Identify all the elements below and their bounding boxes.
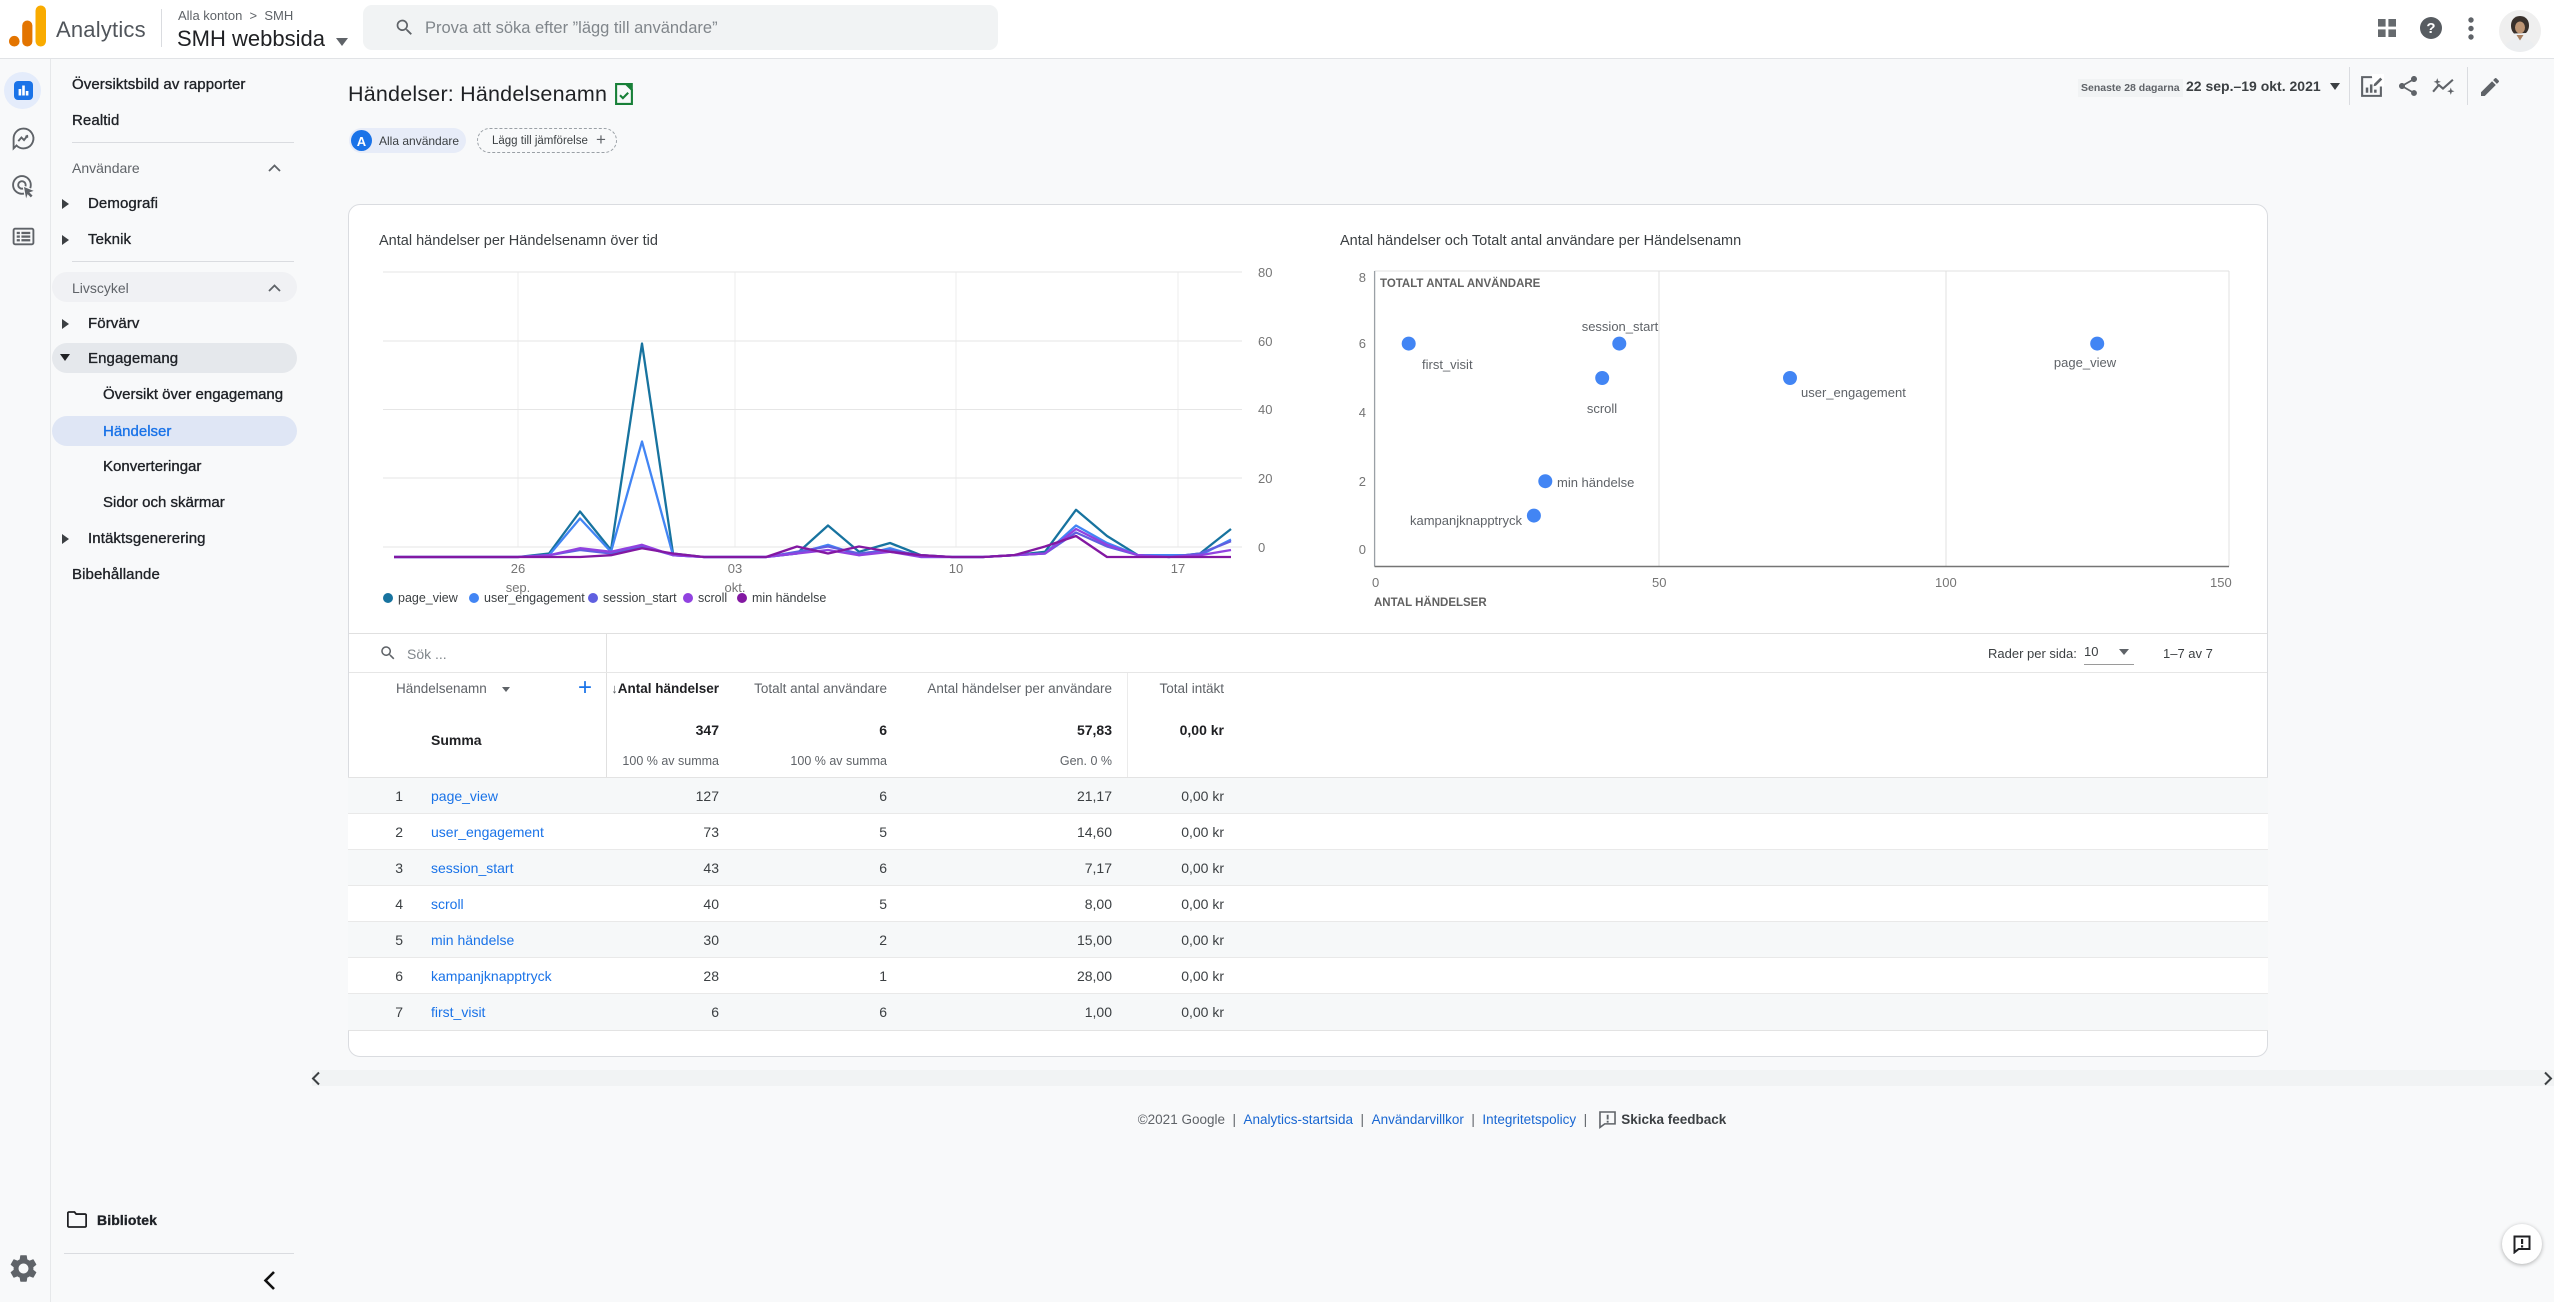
svg-text:min händelse: min händelse: [1557, 475, 1634, 490]
svg-text:2: 2: [1359, 474, 1366, 489]
svg-text:min händelse: min händelse: [752, 591, 826, 605]
svg-text:Antal händelser och Totalt ant: Antal händelser och Totalt antal använda…: [1340, 233, 1741, 249]
svg-text:Antal händelser per Händelsena: Antal händelser per Händelsenamn över ti…: [379, 233, 658, 249]
svg-text:page_view: page_view: [398, 591, 459, 605]
svg-text:40: 40: [1258, 402, 1272, 417]
svg-text:80: 80: [1258, 265, 1272, 280]
svg-text:okt.: okt.: [725, 580, 746, 595]
svg-text:03: 03: [728, 561, 742, 576]
svg-text:session_start: session_start: [1582, 319, 1659, 334]
svg-text:first_visit: first_visit: [1422, 357, 1473, 372]
svg-text:0: 0: [1258, 540, 1265, 555]
svg-text:20: 20: [1258, 471, 1272, 486]
svg-text:6: 6: [1359, 336, 1366, 351]
svg-text:kampanjknapptryck: kampanjknapptryck: [1410, 513, 1522, 528]
svg-text:scroll: scroll: [1587, 401, 1617, 416]
svg-text:scroll: scroll: [698, 591, 727, 605]
svg-text:150: 150: [2210, 575, 2232, 590]
svg-text:user_engagement: user_engagement: [484, 591, 585, 605]
svg-text:TOTALT ANTAL ANVÄNDARE: TOTALT ANTAL ANVÄNDARE: [1380, 277, 1541, 290]
svg-text:session_start: session_start: [603, 591, 677, 605]
svg-text:8: 8: [1359, 270, 1366, 285]
svg-text:26: 26: [511, 561, 525, 576]
svg-text:100: 100: [1935, 575, 1957, 590]
svg-text:0: 0: [1372, 575, 1379, 590]
svg-text:ANTAL HÄNDELSER: ANTAL HÄNDELSER: [1374, 596, 1487, 609]
svg-text:0: 0: [1359, 542, 1366, 557]
svg-text:60: 60: [1258, 334, 1272, 349]
svg-text:page_view: page_view: [2054, 355, 2117, 370]
svg-text:10: 10: [949, 561, 963, 576]
svg-text:17: 17: [1171, 561, 1185, 576]
svg-text:user_engagement: user_engagement: [1801, 385, 1906, 400]
svg-text:4: 4: [1359, 405, 1366, 420]
svg-text:50: 50: [1652, 575, 1666, 590]
